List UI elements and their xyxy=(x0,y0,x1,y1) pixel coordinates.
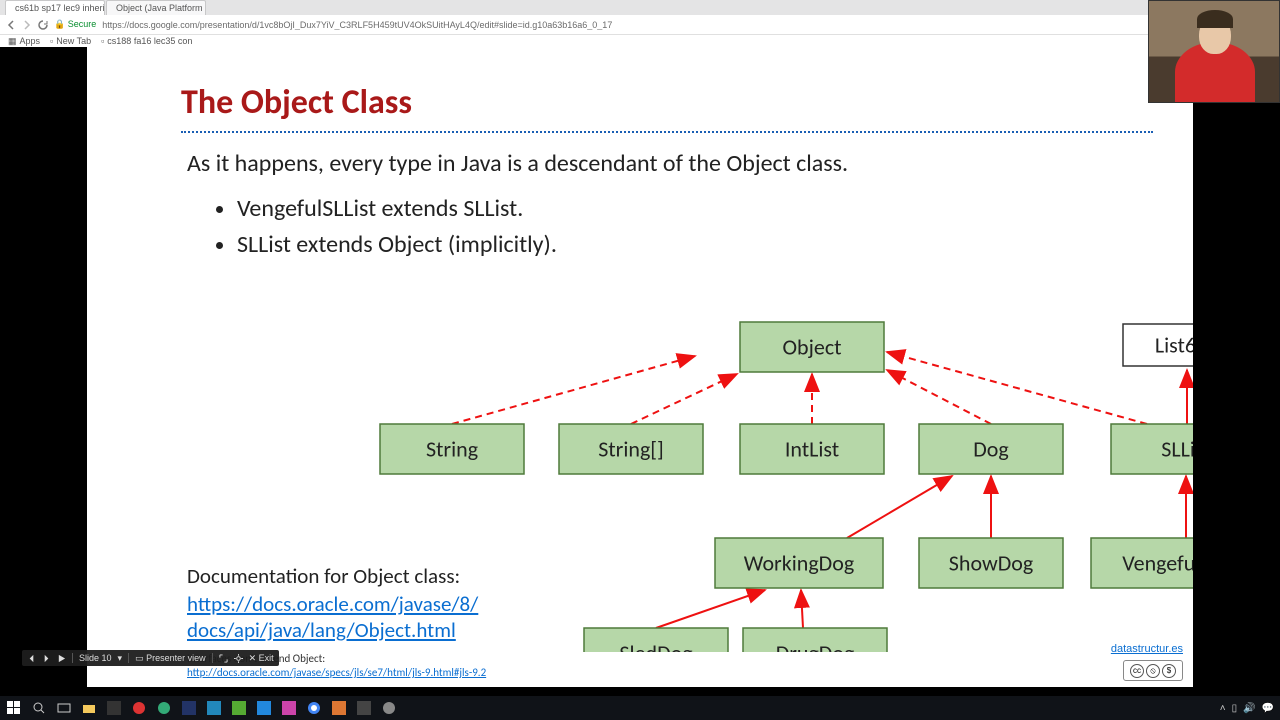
slide-counter[interactable]: Slide 10 xyxy=(79,653,112,663)
node-String: String xyxy=(380,424,524,474)
cc-license-icon: cc⦸$ xyxy=(1123,660,1183,681)
doc-label: Documentation for Object class: xyxy=(187,563,460,589)
node-SLList: SLList xyxy=(1111,424,1193,474)
forward-icon[interactable] xyxy=(22,20,32,30)
browser-chrome: cs61b sp17 lec9 inherit Object (Java Pla… xyxy=(0,0,1280,47)
bookmark-cs188[interactable]: ▫ cs188 fa16 lec35 con xyxy=(101,36,192,46)
svg-text:IntList: IntList xyxy=(785,436,839,463)
gear-icon[interactable] xyxy=(234,654,243,663)
app-icon-4[interactable] xyxy=(181,700,197,716)
edge-String-Object xyxy=(452,356,695,424)
svg-text:WorkingDog: WorkingDog xyxy=(744,550,854,577)
slide-intro: As it happens, every type in Java is a d… xyxy=(187,149,848,178)
back-icon[interactable] xyxy=(6,20,16,30)
node-WorkingDog: WorkingDog xyxy=(715,538,883,588)
node-IntList: IntList xyxy=(740,424,884,474)
bookmark-newtab[interactable]: ▫ New Tab xyxy=(50,36,91,46)
search-icon[interactable] xyxy=(31,700,47,716)
webcam-overlay xyxy=(1148,0,1280,103)
tray-chevron-icon[interactable]: ˄ xyxy=(1220,703,1226,714)
edge-SLList-Object xyxy=(887,352,1147,424)
prev-slide-icon[interactable] xyxy=(27,654,36,663)
svg-text:SledDog: SledDog xyxy=(619,640,692,653)
app-icon-8[interactable] xyxy=(281,700,297,716)
svg-text:VengefulSLList: VengefulSLList xyxy=(1122,550,1193,577)
exit-button[interactable]: ✕ Exit xyxy=(249,653,274,664)
tab-title: Object (Java Platform S xyxy=(116,3,206,13)
url-text[interactable]: https://docs.google.com/presentation/d/1… xyxy=(102,20,612,30)
browser-tab-2[interactable]: Object (Java Platform S xyxy=(106,0,206,15)
app-icon-10[interactable] xyxy=(356,700,372,716)
svg-text:SLList: SLList xyxy=(1161,436,1193,463)
svg-text:DrugDog: DrugDog xyxy=(776,640,855,653)
slide-title: The Object Class xyxy=(181,82,412,123)
tray-notif-icon[interactable]: 💬 xyxy=(1262,703,1274,714)
next-slide-icon[interactable] xyxy=(42,654,51,663)
play-icon[interactable] xyxy=(57,654,66,663)
svg-text:ShowDog: ShowDog xyxy=(949,550,1033,577)
browser-tab-1[interactable]: cs61b sp17 lec9 inherit xyxy=(5,0,105,15)
presenter-toolbar: Slide 10▾ ▭ Presenter view ✕ Exit xyxy=(22,650,279,666)
bullet-2: SLList extends Object (implicitly). xyxy=(237,230,557,259)
edge-DrugDog-WorkingDog xyxy=(801,590,803,628)
edge-WorkingDog-Dog xyxy=(847,476,952,538)
reload-icon[interactable] xyxy=(38,20,48,30)
app-icon-1[interactable] xyxy=(106,700,122,716)
app-icon-5[interactable] xyxy=(206,700,222,716)
chrome-icon[interactable] xyxy=(306,700,322,716)
bookmark-bar: ▦ Apps ▫ New Tab ▫ cs188 fa16 lec35 con xyxy=(0,35,1280,47)
svg-text:String: String xyxy=(426,436,478,463)
node-SledDog: SledDog xyxy=(584,628,728,652)
tab-title: cs61b sp17 lec9 inherit xyxy=(15,3,105,13)
browser-tabs: cs61b sp17 lec9 inherit Object (Java Pla… xyxy=(0,0,1280,15)
presentation-stage: The Object Class As it happens, every ty… xyxy=(0,47,1280,696)
bullet-1: VengefulSLList extends SLList. xyxy=(237,194,557,223)
presenter-view-button[interactable]: ▭ Presenter view xyxy=(135,653,206,664)
start-icon[interactable] xyxy=(6,700,22,716)
app-icon-11[interactable] xyxy=(381,700,397,716)
slide: The Object Class As it happens, every ty… xyxy=(87,47,1193,687)
tray-net-icon[interactable]: ▯ xyxy=(1232,703,1238,714)
doc-link[interactable]: https://docs.oracle.com/javase/8/ docs/a… xyxy=(187,591,478,644)
slide-bullets: VengefulSLList extends SLList. SLList ex… xyxy=(215,187,557,259)
node-Object: Object xyxy=(740,322,884,372)
secure-badge: 🔒 Secure xyxy=(54,19,96,30)
edge-StringArr-Object xyxy=(631,374,737,424)
title-divider xyxy=(181,131,1153,133)
svg-text:List61B: List61B xyxy=(1155,332,1193,359)
brand-link[interactable]: datastructur.es xyxy=(1111,643,1183,655)
svg-text:Object: Object xyxy=(782,334,841,361)
explorer-icon[interactable] xyxy=(81,700,97,716)
svg-text:String[]: String[] xyxy=(598,436,664,463)
node-DrugDog: DrugDog xyxy=(743,628,887,652)
expand-icon[interactable] xyxy=(219,654,228,663)
node-List61B: List61B xyxy=(1123,324,1193,366)
address-bar-row: 🔒 Secure https://docs.google.com/present… xyxy=(0,15,1280,35)
app-icon-9[interactable] xyxy=(331,700,347,716)
node-VengefulSLList: VengefulSLList xyxy=(1091,538,1193,588)
app-icon-2[interactable] xyxy=(131,700,147,716)
node-StringArr: String[] xyxy=(559,424,703,474)
taskview-icon[interactable] xyxy=(56,700,72,716)
footnote-link[interactable]: http://docs.oracle.com/javase/specs/jls/… xyxy=(187,666,486,679)
system-tray[interactable]: ˄ ▯ 🔊 💬 xyxy=(1220,703,1274,714)
node-Dog: Dog xyxy=(919,424,1063,474)
node-ShowDog: ShowDog xyxy=(919,538,1063,588)
tray-vol-icon[interactable]: 🔊 xyxy=(1243,703,1255,714)
edge-SledDog-WorkingDog xyxy=(656,590,765,628)
bookmark-apps[interactable]: ▦ Apps xyxy=(8,36,40,47)
app-icon-7[interactable] xyxy=(256,700,272,716)
app-icon-3[interactable] xyxy=(156,700,172,716)
edge-Dog-Object xyxy=(887,370,991,424)
app-icon-6[interactable] xyxy=(231,700,247,716)
svg-text:Dog: Dog xyxy=(973,436,1009,463)
windows-taskbar: ˄ ▯ 🔊 💬 xyxy=(0,696,1280,720)
